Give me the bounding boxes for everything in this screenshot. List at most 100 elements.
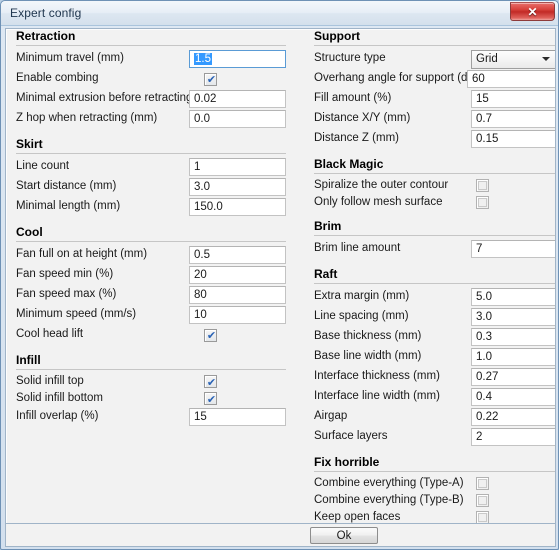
setting-label: Brim line amount xyxy=(314,242,401,255)
checkbox-spiralize-the-outer-contour[interactable] xyxy=(476,179,489,192)
input-value: 60 xyxy=(472,73,485,85)
setting-row-interface-line-width-mm: Interface line width (mm) 0.4 xyxy=(314,387,555,407)
setting-row-fan-speed-min: Fan speed min (%) 20 xyxy=(16,265,286,285)
setting-row-solid-infill-top: Solid infill top ✔ xyxy=(16,373,286,390)
input-interface-line-width-mm[interactable]: 0.4 xyxy=(471,388,555,406)
input-value: 3.0 xyxy=(194,181,210,193)
input-value: 2 xyxy=(476,431,483,443)
close-button[interactable]: ✕ xyxy=(510,2,555,21)
input-fill-amount[interactable]: 15 xyxy=(471,90,555,108)
setting-row-z-hop-when-retracting-mm: Z hop when retracting (mm) 0.0 xyxy=(16,109,286,129)
input-line-spacing-mm[interactable]: 3.0 xyxy=(471,308,555,326)
chevron-down-icon xyxy=(542,57,550,61)
input-line-count[interactable]: 1 xyxy=(189,158,286,176)
input-fan-full-on-at-height-mm[interactable]: 0.5 xyxy=(189,246,286,264)
input-fan-speed-min[interactable]: 20 xyxy=(189,266,286,284)
ok-button[interactable]: Ok xyxy=(310,527,378,544)
input-value: 0.4 xyxy=(476,391,492,403)
input-z-hop-when-retracting-mm[interactable]: 0.0 xyxy=(189,110,286,128)
input-extra-margin-mm[interactable]: 5.0 xyxy=(471,288,555,306)
setting-row-spiralize-the-outer-contour: Spiralize the outer contour xyxy=(314,177,555,194)
input-start-distance-mm[interactable]: 3.0 xyxy=(189,178,286,196)
setting-row-distance-z-mm: Distance Z (mm) 0.15 xyxy=(314,129,555,149)
input-airgap[interactable]: 0.22 xyxy=(471,408,555,426)
section-title: Black Magic xyxy=(314,157,384,171)
checkbox-solid-infill-top[interactable]: ✔ xyxy=(204,375,217,388)
section-support: Support Structure type Grid Overhang angle … xyxy=(314,29,555,149)
setting-label: Interface thickness (mm) xyxy=(314,370,440,383)
input-surface-layers[interactable]: 2 xyxy=(471,428,555,446)
dropdown-structure-type[interactable]: Grid xyxy=(471,49,555,69)
setting-row-minimum-speed-mms: Minimum speed (mm/s) 10 xyxy=(16,305,286,325)
section-title: Skirt xyxy=(16,137,43,151)
setting-label: Line spacing (mm) xyxy=(314,310,409,323)
input-infill-overlap[interactable]: 15 xyxy=(189,408,286,426)
setting-row-base-thickness-mm: Base thickness (mm) 0.3 xyxy=(314,327,555,347)
checkbox-cool-head-lift[interactable]: ✔ xyxy=(204,328,217,342)
setting-row-combine-everything-type-a: Combine everything (Type-A) xyxy=(314,475,555,492)
checkbox-combine-everything-type-b[interactable] xyxy=(476,494,489,507)
checkmark-icon: ✔ xyxy=(206,392,217,406)
input-distance-z-mm[interactable]: 0.15 xyxy=(471,130,555,148)
checkmark-icon: ✔ xyxy=(206,329,217,342)
left-settings-column: Retraction Minimum travel (mm) 1.5 Enable c… xyxy=(16,29,286,427)
input-fan-speed-max[interactable]: 80 xyxy=(189,286,286,304)
checkbox-keep-open-faces[interactable] xyxy=(476,511,489,523)
settings-client-area: Retraction Minimum travel (mm) 1.5 Enable c… xyxy=(5,28,556,524)
checkbox-inner xyxy=(478,181,487,190)
setting-row-line-count: Line count 1 xyxy=(16,157,286,177)
input-value: 80 xyxy=(194,289,207,301)
setting-row-distance-xy-mm: Distance X/Y (mm) 0.7 xyxy=(314,109,555,129)
input-value: 0.5 xyxy=(194,249,210,261)
input-base-line-width-mm[interactable]: 1.0 xyxy=(471,348,555,366)
input-interface-thickness-mm[interactable]: 0.27 xyxy=(471,368,555,386)
section-retraction: Retraction Minimum travel (mm) 1.5 Enable c… xyxy=(16,29,286,129)
input-minimum-travel-mm[interactable]: 1.5 xyxy=(189,50,286,68)
checkbox-only-follow-mesh-surface[interactable] xyxy=(476,196,489,209)
title-bar[interactable]: Expert config ✕ xyxy=(1,1,558,26)
close-icon: ✕ xyxy=(527,4,538,19)
setting-label: Fill amount (%) xyxy=(314,92,392,105)
checkbox-enable-combing[interactable]: ✔ xyxy=(204,72,217,86)
input-brim-line-amount[interactable]: 7 xyxy=(471,240,555,258)
setting-row-fan-speed-max: Fan speed max (%) 80 xyxy=(16,285,286,305)
section-divider xyxy=(314,283,555,284)
setting-label: Fan speed max (%) xyxy=(16,288,117,301)
setting-row-extra-margin-mm: Extra margin (mm) 5.0 xyxy=(314,287,555,307)
setting-label: Distance Z (mm) xyxy=(314,132,399,145)
setting-row-enable-combing: Enable combing ✔ xyxy=(16,69,286,89)
setting-row-airgap: Airgap 0.22 xyxy=(314,407,555,427)
setting-row-minimal-length-mm: Minimal length (mm) 150.0 xyxy=(16,197,286,217)
input-value: 10 xyxy=(194,309,207,321)
setting-row-fill-amount: Fill amount (%) 15 xyxy=(314,89,555,109)
setting-label: Minimal length (mm) xyxy=(16,200,121,213)
input-value: 20 xyxy=(194,269,207,281)
setting-label: Solid infill bottom xyxy=(16,391,103,404)
setting-row-minimum-travel-mm: Minimum travel (mm) 1.5 xyxy=(16,49,286,69)
input-minimal-length-mm[interactable]: 150.0 xyxy=(189,198,286,216)
checkbox-combine-everything-type-a[interactable] xyxy=(476,477,489,490)
input-distance-xy-mm[interactable]: 0.7 xyxy=(471,110,555,128)
setting-row-overhang-angle-for-support-deg: Overhang angle for support (deg) 60 xyxy=(314,69,555,89)
input-minimal-extrusion-before-retracting-mm[interactable]: 0.02 xyxy=(189,90,286,108)
section-title: Raft xyxy=(314,267,338,281)
input-minimum-speed-mms[interactable]: 10 xyxy=(189,306,286,324)
input-value: 0.27 xyxy=(476,371,499,383)
setting-label: Combine everything (Type-B) xyxy=(314,493,464,506)
input-value: 15 xyxy=(476,93,489,105)
input-value: 15 xyxy=(194,411,207,423)
input-base-thickness-mm[interactable]: 0.3 xyxy=(471,328,555,346)
section-title: Brim xyxy=(314,219,342,233)
input-overhang-angle-for-support-deg[interactable]: 60 xyxy=(467,70,555,88)
dialog-footer: Ok xyxy=(5,524,556,547)
section-raft: Raft Extra margin (mm) 5.0 Line spacing (mm… xyxy=(314,267,555,447)
checkbox-solid-infill-bottom[interactable]: ✔ xyxy=(204,392,217,405)
section-divider xyxy=(314,235,555,236)
setting-row-infill-overlap: Infill overlap (%) 15 xyxy=(16,407,286,427)
section-skirt: Skirt Line count 1 Start distance (mm) 3.0 Mi… xyxy=(16,137,286,217)
